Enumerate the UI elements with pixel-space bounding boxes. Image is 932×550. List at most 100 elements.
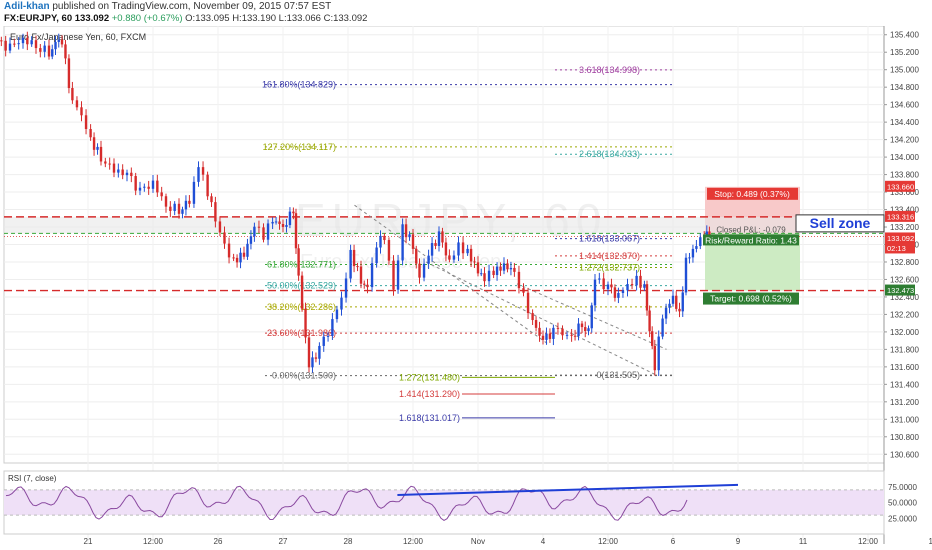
candle-body — [587, 328, 590, 332]
sell-zone-text: Sell zone — [810, 215, 871, 231]
y-tick-label: 131.800 — [890, 345, 919, 354]
candle-body — [404, 224, 408, 238]
candle-body — [30, 40, 33, 45]
candle-body — [4, 40, 7, 51]
candle-body — [246, 243, 249, 257]
candle-body — [181, 209, 184, 214]
stop-text: Stop: 0.489 (0.37%) — [714, 189, 790, 199]
candle-body — [239, 252, 242, 263]
candle-body — [57, 39, 60, 42]
candle-body — [130, 172, 133, 177]
candle-body — [434, 243, 437, 246]
candle-body — [164, 196, 168, 207]
x-tick-label: 12:00 — [403, 537, 424, 546]
candle-body — [657, 336, 660, 371]
candle-body — [71, 88, 74, 101]
fib-lower-label: 1.618(131.017) — [399, 413, 460, 423]
candle-body — [593, 279, 597, 306]
candle-body — [422, 263, 426, 278]
candle-body — [288, 211, 292, 226]
candle-body — [13, 43, 16, 45]
chart-canvas[interactable]: 135.400 135.200 135.000 134.800 134.600 134.4… — [0, 26, 932, 550]
candle-body — [621, 290, 625, 294]
candle-body — [437, 231, 441, 246]
y-tick-label: 132.000 — [890, 328, 919, 337]
candle-body — [297, 248, 300, 276]
candle-body — [84, 115, 88, 130]
candle-body — [379, 235, 382, 248]
candle-body — [396, 260, 400, 290]
candle-body — [335, 309, 339, 320]
y-tick-label: 132.200 — [890, 310, 919, 319]
candle-body — [613, 287, 617, 298]
candle-body — [271, 221, 274, 224]
candle-body — [639, 275, 642, 288]
x-tick-label: 27 — [279, 537, 288, 546]
sell-zone-label: Sell zone — [795, 214, 885, 233]
fib-label: 0.00%(131.500) — [272, 371, 336, 381]
y-tick-label: 134.400 — [890, 118, 919, 127]
candle-body — [598, 278, 601, 280]
candle-body — [201, 167, 205, 175]
candle-body — [47, 45, 51, 57]
candle-body — [645, 284, 649, 311]
candle-body — [39, 48, 42, 52]
candle-body — [34, 40, 38, 49]
candle-body — [242, 252, 246, 257]
candle-body — [43, 45, 46, 52]
price-tag-text: 02:13 — [887, 244, 906, 253]
candle-body — [223, 232, 226, 244]
y-tick-label: 135.400 — [890, 31, 919, 40]
candle-body — [227, 243, 231, 258]
candle-body — [469, 248, 473, 262]
candle-body — [232, 257, 235, 259]
candle-body — [292, 211, 295, 214]
candle-body — [411, 234, 415, 249]
price-change: +0.880 (+0.67%) — [111, 13, 183, 24]
candle-body — [314, 357, 318, 359]
candle-body — [64, 44, 67, 59]
chart-header: Adil-khan published on TradingView.com, … — [0, 0, 932, 26]
x-tick-label: 28 — [344, 537, 353, 546]
candle-body — [184, 200, 188, 210]
candle-body — [274, 221, 278, 223]
candle-body — [307, 337, 311, 368]
candle-body — [104, 161, 107, 164]
candle-body — [483, 273, 486, 282]
fib-label: 23.60%(131.986) — [267, 328, 336, 338]
x-tick-label: 12:00 — [858, 537, 879, 546]
candle-body — [584, 327, 587, 332]
candle-body — [92, 137, 96, 150]
candle-body — [675, 295, 678, 309]
candle-body — [359, 266, 363, 284]
x-tick-label: 26 — [214, 537, 223, 546]
candle-body — [661, 318, 664, 337]
candle-body — [565, 334, 569, 336]
candle-body — [173, 203, 176, 211]
candle-body — [671, 295, 675, 304]
candle-body — [570, 334, 573, 336]
candle-body — [108, 163, 111, 165]
fib-ext-label: 2.618(134.033) — [579, 149, 640, 159]
candle-body — [281, 224, 285, 227]
candle-body — [344, 278, 348, 298]
candle-body — [387, 240, 391, 261]
candle-body — [580, 323, 584, 328]
candle-body — [8, 43, 12, 51]
candle-body — [121, 169, 124, 176]
candle-body — [138, 187, 142, 191]
y-tick-label: 133.800 — [890, 171, 919, 180]
candle-body — [492, 270, 495, 276]
candle-body — [448, 255, 451, 260]
candle-body — [444, 242, 448, 256]
candle-body — [218, 221, 222, 233]
candle-body — [117, 169, 120, 173]
candle-body — [318, 345, 321, 359]
author-name[interactable]: Adil-khan — [4, 1, 50, 12]
candle-body — [495, 266, 499, 276]
candle-body — [506, 263, 509, 270]
candle-body — [75, 100, 79, 108]
candle-body — [192, 181, 196, 204]
last-price: 133.092 — [74, 13, 110, 24]
candle-body — [188, 200, 191, 204]
